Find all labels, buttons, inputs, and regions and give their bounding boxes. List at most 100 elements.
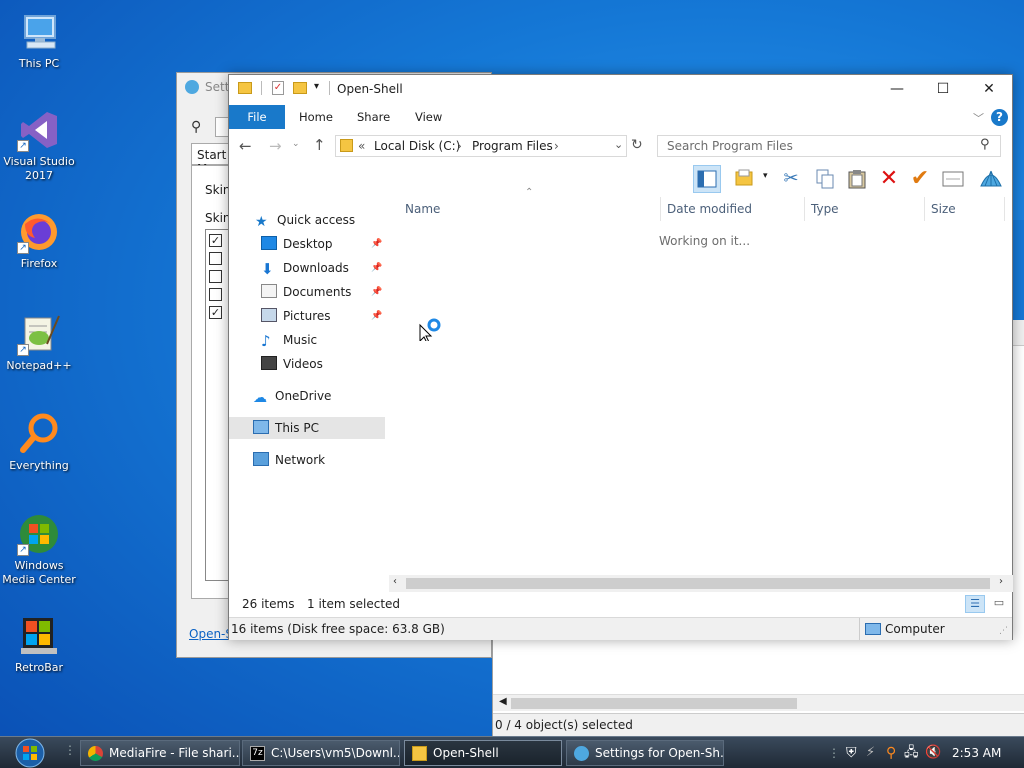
download-arrow-icon: ⬇ (261, 260, 274, 278)
breadcrumb-local-disk[interactable]: Local Disk (C:) (374, 139, 460, 153)
explorer-window[interactable]: ✓ ▾ Open-Shell — ☐ ✕ File Home Share Vie… (228, 74, 1013, 640)
tab-view[interactable]: View (401, 105, 456, 129)
taskbar-button-settings[interactable]: Settings for Open-Sh... (566, 740, 724, 766)
everything-tray-icon[interactable]: ⚲ (886, 737, 896, 768)
nav-item-music[interactable]: ♪ Music (261, 329, 317, 351)
nav-item-downloads[interactable]: ⬇ Downloads (261, 257, 349, 279)
desktop-icon-visual-studio[interactable]: ↗ Visual Studio 2017 (1, 108, 77, 183)
taskbar-button-7zip[interactable]: 7z C:\Users\vm5\Downl... (242, 740, 400, 766)
resize-grip-icon[interactable]: ⋰ (999, 626, 1008, 636)
checkbox-checked[interactable]: ✓ (209, 306, 222, 319)
taskbar-button-open-shell[interactable]: Open-Shell (404, 740, 562, 766)
details-view-button[interactable]: ☰ (965, 595, 985, 613)
pin-icon[interactable]: 📌 (371, 239, 382, 249)
close-button[interactable]: ✕ (966, 75, 1012, 103)
large-icons-view-button[interactable]: ▭ (989, 595, 1009, 613)
checkbox[interactable] (209, 288, 222, 301)
security-shield-icon[interactable]: ⛨ (846, 737, 857, 768)
selection-status: 0 / 4 object(s) selected (495, 718, 633, 732)
up-button[interactable]: ↑ (313, 136, 326, 154)
horizontal-scrollbar[interactable]: ◀ (493, 694, 1024, 711)
navigation-pane-button[interactable] (693, 165, 721, 193)
scroll-left-icon[interactable]: ◀ (499, 696, 507, 707)
scroll-left-icon[interactable]: ‹ (393, 576, 397, 587)
folder-options-icon[interactable] (731, 165, 759, 193)
help-icon[interactable]: ? (991, 109, 1008, 126)
properties-check-icon[interactable]: ✔ (906, 165, 934, 193)
back-button[interactable]: ← (239, 137, 252, 155)
minimize-button[interactable]: — (874, 75, 920, 103)
checkbox[interactable] (209, 270, 222, 283)
breadcrumb-separator-icon[interactable]: › (554, 139, 559, 153)
clock[interactable]: 2:53 AM (952, 737, 1001, 768)
email-icon[interactable] (939, 165, 967, 193)
pin-icon[interactable]: 📌 (371, 311, 382, 321)
nav-this-pc[interactable]: This PC (229, 417, 385, 439)
window-title: Open-Shell (337, 82, 403, 96)
scroll-right-icon[interactable]: › (999, 576, 1003, 587)
maximize-button[interactable]: ☐ (920, 75, 966, 103)
address-bar[interactable]: « Local Disk (C:) › Program Files › ⌄ (335, 135, 627, 157)
desktop-icon-firefox[interactable]: ↗ Firefox (1, 210, 77, 271)
open-shell-link[interactable]: Open-S (189, 627, 233, 641)
copy-icon[interactable] (811, 165, 839, 193)
taskbar-button-mediafire[interactable]: MediaFire - File shari... (80, 740, 240, 766)
forward-button[interactable]: → (269, 137, 282, 155)
folder-icon (340, 139, 353, 152)
new-folder-icon[interactable] (293, 82, 307, 94)
column-header-size[interactable]: Size (925, 197, 1005, 221)
search-icon[interactable]: ⚲ (980, 137, 990, 152)
nav-item-documents[interactable]: Documents (261, 281, 351, 303)
nav-quick-access[interactable]: ★ Quick access (255, 209, 355, 231)
cut-icon[interactable]: ✂ (777, 165, 805, 193)
tab-home[interactable]: Home (285, 105, 347, 129)
shortcut-arrow-icon: ↗ (17, 544, 29, 556)
nav-item-pictures[interactable]: Pictures (261, 305, 331, 327)
nav-network[interactable]: Network (253, 449, 325, 471)
quick-access-dropdown-icon[interactable]: ▾ (314, 81, 319, 92)
nav-item-videos[interactable]: Videos (261, 353, 323, 375)
address-dropdown-icon[interactable]: ⌄ (614, 138, 623, 151)
column-header-date-modified[interactable]: Date modified (661, 197, 805, 221)
overflow-crumbs[interactable]: « (358, 139, 365, 153)
pin-icon[interactable]: 📌 (371, 263, 382, 273)
recent-locations-icon[interactable]: ⌄ (292, 139, 300, 149)
breadcrumb-program-files[interactable]: Program Files (472, 139, 553, 153)
properties-icon[interactable]: ✓ (272, 81, 284, 95)
refresh-icon[interactable]: ↻ (631, 137, 643, 153)
checkbox-checked[interactable]: ✓ (209, 234, 222, 247)
scroll-thumb[interactable] (511, 698, 797, 709)
start-button[interactable] (6, 737, 52, 768)
tab-file[interactable]: File (229, 105, 285, 129)
search-icon[interactable]: ⚲ (191, 119, 201, 135)
nav-onedrive[interactable]: ☁ OneDrive (253, 385, 331, 407)
paste-icon[interactable] (843, 165, 871, 193)
pin-icon[interactable]: 📌 (371, 287, 382, 297)
search-input[interactable]: Search Program Files ⚲ (657, 135, 1001, 157)
desktop-icon-everything[interactable]: Everything (1, 412, 77, 473)
scroll-thumb[interactable] (406, 578, 990, 589)
open-shell-settings-icon[interactable] (977, 165, 1005, 193)
delete-icon[interactable]: ✕ (875, 165, 903, 193)
desktop-icon-retrobar[interactable]: RetroBar (1, 614, 77, 675)
ribbon-tabs: File Home Share View ﹀ ? (229, 105, 1012, 129)
horizontal-scrollbar[interactable]: ‹ › (389, 575, 1013, 592)
column-header-type[interactable]: Type (805, 197, 925, 221)
folder-options-dropdown-icon[interactable]: ▾ (763, 171, 768, 181)
network-icon[interactable]: 🖧 (904, 737, 919, 768)
desktop-icon-this-pc[interactable]: This PC (1, 10, 77, 71)
network-icon (253, 452, 269, 466)
breadcrumb-separator-icon[interactable]: › (457, 139, 462, 153)
network-disabled-icon[interactable]: ⚡ (866, 737, 875, 768)
column-header-name[interactable]: Name (399, 197, 661, 221)
desktop-icon-notepadpp[interactable]: ↗ Notepad++ (1, 312, 77, 373)
checkbox[interactable] (209, 252, 222, 265)
title-bar[interactable]: ✓ ▾ Open-Shell — ☐ ✕ (229, 75, 1012, 103)
tab-start-menu[interactable]: Start M (191, 143, 231, 176)
volume-muted-icon[interactable]: 🔇 (925, 737, 941, 768)
tab-share[interactable]: Share (343, 105, 404, 129)
expand-ribbon-icon[interactable]: ﹀ (973, 110, 984, 126)
desktop-icon-wmc[interactable]: ↗ Windows Media Center (1, 512, 77, 587)
nav-label: Videos (283, 357, 323, 371)
nav-item-desktop[interactable]: Desktop (261, 233, 333, 255)
